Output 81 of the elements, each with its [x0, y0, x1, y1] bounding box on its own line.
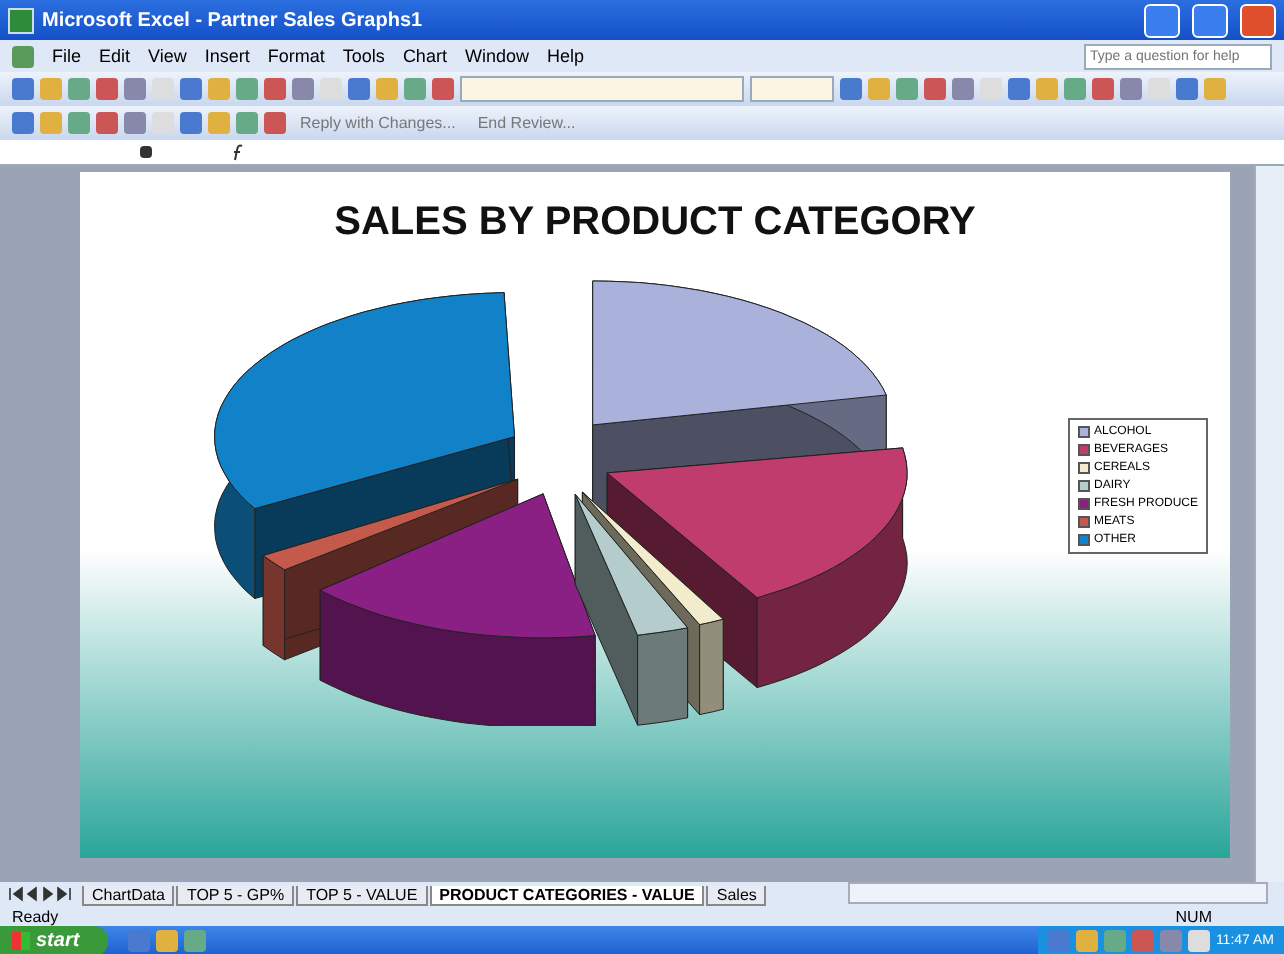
- toolbar-icon[interactable]: [264, 112, 286, 134]
- tray-icon[interactable]: [1103, 930, 1126, 952]
- menu-item[interactable]: Window: [464, 46, 529, 66]
- tray-icon[interactable]: [1159, 930, 1182, 952]
- toolbar-icon[interactable]: [96, 78, 118, 100]
- quick-launch-icon[interactable]: [183, 930, 206, 952]
- toolbar-icon[interactable]: [1092, 78, 1114, 100]
- minimize-button[interactable]: [1144, 3, 1180, 37]
- toolbar-icon[interactable]: [208, 78, 230, 100]
- toolbar-icon[interactable]: [236, 78, 258, 100]
- toolbar-icon[interactable]: [1064, 78, 1086, 100]
- toolbar-icon[interactable]: [180, 78, 202, 100]
- toolbar-icon[interactable]: [180, 112, 202, 134]
- toolbar-icon[interactable]: [12, 78, 34, 100]
- toolbar-icon[interactable]: [896, 78, 918, 100]
- review-button[interactable]: End Review...: [469, 114, 584, 132]
- toolbar-icon[interactable]: [152, 112, 174, 134]
- toolbar-icon[interactable]: [840, 78, 862, 100]
- toolbar-icon[interactable]: [124, 112, 146, 134]
- window-title: Microsoft Excel - Partner Sales Graphs1: [42, 9, 423, 31]
- toolbar-icon[interactable]: [348, 78, 370, 100]
- toolbar-icon[interactable]: [292, 78, 314, 100]
- font-field[interactable]: [460, 76, 744, 102]
- tray-icon[interactable]: [1075, 930, 1098, 952]
- toolbar-icon[interactable]: [236, 112, 258, 134]
- toolbar-icon[interactable]: [1204, 78, 1226, 100]
- menu-item[interactable]: View: [148, 46, 187, 66]
- toolbar-icon[interactable]: [68, 78, 90, 100]
- toolbar-icon[interactable]: [208, 112, 230, 134]
- toolbar-icon[interactable]: [1176, 78, 1198, 100]
- document-icon[interactable]: [12, 45, 34, 67]
- sheet-tab[interactable]: PRODUCT CATEGORIES - VALUE: [429, 886, 705, 906]
- toolbar-icon[interactable]: [264, 78, 286, 100]
- menu-item[interactable]: Tools: [342, 46, 385, 66]
- status-text: Ready: [12, 907, 59, 925]
- chart-title: SALES BY PRODUCT CATEGORY: [334, 200, 976, 246]
- toolbar-icon[interactable]: [1036, 78, 1058, 100]
- tab-scroll-buttons-icon[interactable]: [8, 886, 76, 902]
- toolbar-icon[interactable]: [12, 112, 34, 134]
- menu-item[interactable]: Help: [546, 46, 584, 66]
- toolbar-icon[interactable]: [868, 78, 890, 100]
- menu-item[interactable]: Insert: [204, 46, 250, 66]
- menu-item[interactable]: Format: [267, 46, 325, 66]
- function-icon[interactable]: [232, 143, 244, 161]
- font-size-field[interactable]: [750, 76, 834, 102]
- vertical-scrollbar[interactable]: [1254, 166, 1284, 882]
- sheet-tab[interactable]: TOP 5 - GP%: [176, 886, 295, 906]
- menu-item[interactable]: Chart: [402, 46, 447, 66]
- sheet-tab[interactable]: ChartData: [82, 886, 175, 906]
- toolbar-icon[interactable]: [68, 112, 90, 134]
- menu-item[interactable]: Edit: [99, 46, 131, 66]
- sheet-tab[interactable]: Sales: [706, 886, 767, 906]
- toolbar-icon[interactable]: [96, 112, 118, 134]
- tray-icon[interactable]: [1131, 930, 1154, 952]
- toolbar-icon[interactable]: [152, 78, 174, 100]
- toolbar-icon[interactable]: [1148, 78, 1170, 100]
- tray-icon[interactable]: [1187, 930, 1210, 952]
- toolbar-icon[interactable]: [432, 78, 454, 100]
- menu-item[interactable]: File: [52, 46, 82, 66]
- toolbar-icon[interactable]: [40, 112, 62, 134]
- review-button[interactable]: Reply with Changes...: [292, 114, 464, 132]
- start-button[interactable]: start: [0, 926, 108, 954]
- excel-icon: [8, 7, 34, 33]
- toolbar-icon[interactable]: [952, 78, 974, 100]
- num-lock-indicator: NUM: [1175, 907, 1212, 925]
- quick-launch-icon[interactable]: [127, 930, 150, 952]
- toolbar-icon[interactable]: [924, 78, 946, 100]
- toolbar-icon[interactable]: [404, 78, 426, 100]
- horizontal-scrollbar[interactable]: [848, 882, 1268, 904]
- close-button[interactable]: [1240, 3, 1276, 37]
- toolbar-icon[interactable]: [124, 78, 146, 100]
- toolbar-icon[interactable]: [1120, 78, 1142, 100]
- toolbar-icon[interactable]: [376, 78, 398, 100]
- toolbar-icon[interactable]: [40, 78, 62, 100]
- toolbar-icon[interactable]: [1008, 78, 1030, 100]
- tray-icon[interactable]: [1047, 930, 1070, 952]
- quick-launch-icon[interactable]: [155, 930, 178, 952]
- maximize-button[interactable]: [1192, 3, 1228, 37]
- toolbar-icon[interactable]: [320, 78, 342, 100]
- sheet-tab[interactable]: TOP 5 - VALUE: [296, 886, 428, 906]
- toolbar-icon[interactable]: [980, 78, 1002, 100]
